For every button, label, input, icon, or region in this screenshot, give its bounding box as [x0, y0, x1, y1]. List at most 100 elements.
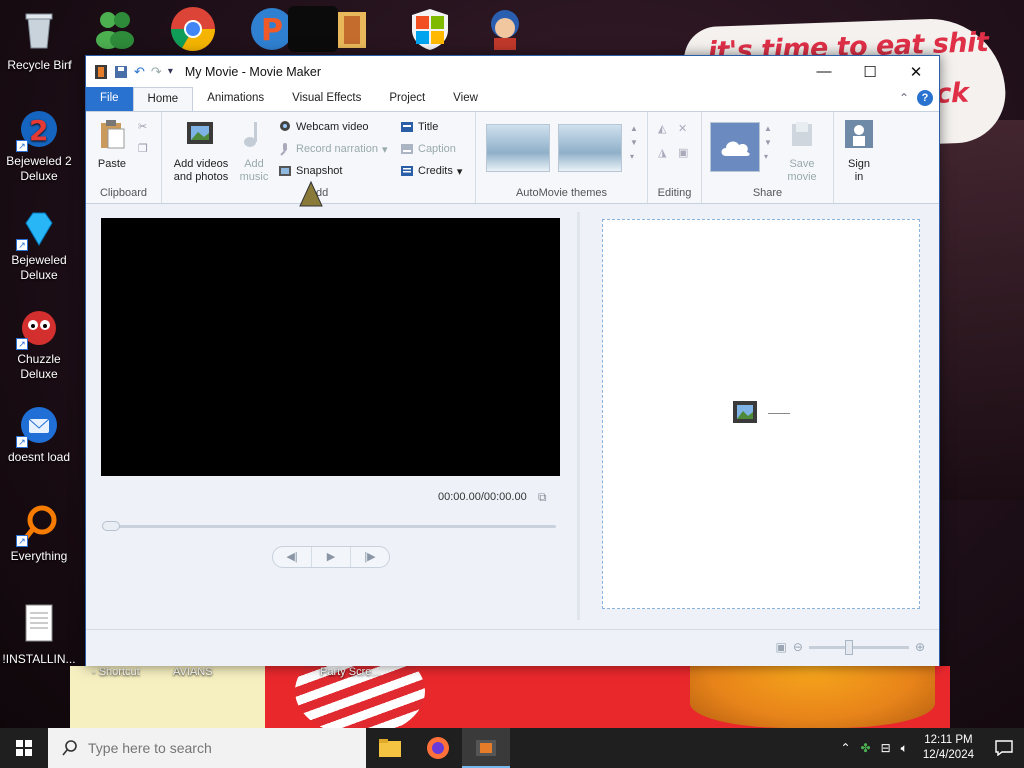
title-bar[interactable]: ↶ ↷ ▾ My Movie - Movie Maker — ☐ ✕ [86, 56, 939, 87]
save-icon[interactable] [114, 65, 128, 79]
snapshot-button[interactable]: Snapshot [278, 164, 342, 178]
desktop-icon-doesnt-load[interactable]: ↗ doesnt load [2, 404, 76, 465]
film-app-icon [95, 64, 107, 79]
webcam-video-button[interactable]: Webcam video [278, 120, 369, 134]
rotate-right-icon[interactable]: ◮ [658, 146, 666, 159]
taskbar-file-explorer[interactable] [366, 728, 414, 768]
next-frame-button[interactable]: |▶ [351, 547, 389, 567]
desktop-icon-bejeweled[interactable]: ↗ Bejeweled Deluxe [2, 207, 76, 283]
zoom-slider[interactable] [808, 639, 909, 655]
desktop-partial-label: f [68, 58, 72, 72]
desktop-icon-installing[interactable]: !INSTALLIN... [2, 602, 76, 667]
title-button[interactable]: Title [400, 120, 438, 134]
storyboard[interactable] [602, 219, 920, 609]
tab-animations[interactable]: Animations [193, 87, 278, 111]
desktop-label-shortcut[interactable]: - Shortcut [92, 666, 140, 678]
maximize-button[interactable]: ☐ [847, 56, 893, 87]
desktop-label-avians[interactable]: AVIANS [173, 666, 213, 678]
copy-icon[interactable]: ❐ [138, 142, 148, 155]
record-narration-button[interactable]: Record narration ▾ [278, 142, 387, 156]
tab-project[interactable]: Project [375, 87, 439, 111]
sign-in-button[interactable]: Sign in [840, 118, 878, 184]
thumbnail-size-icon[interactable]: ▣ [776, 640, 787, 654]
automovie-theme-1[interactable] [486, 124, 550, 172]
desktop-icon-everything[interactable]: ↗ Everything [2, 503, 76, 564]
zoom-slider-thumb[interactable] [844, 639, 853, 655]
volume-icon[interactable]: 🔈︎ [896, 741, 913, 756]
tray-app-icon[interactable]: ✤ [856, 741, 876, 755]
search-input[interactable] [88, 740, 348, 756]
dropdown-arrow-icon: ▾ [381, 143, 388, 156]
zoom-in-icon[interactable]: ⊕ [915, 640, 925, 654]
select-all-icon[interactable]: ▣ [678, 146, 688, 159]
zoom-out-icon[interactable]: ⊖ [793, 640, 803, 654]
redo-icon[interactable]: ↷ [151, 64, 162, 80]
desktop-icon-label: doesnt load [7, 450, 71, 464]
video-preview[interactable] [101, 218, 560, 476]
taskbar-movie-maker[interactable] [462, 728, 510, 768]
paste-button[interactable]: Paste [94, 118, 130, 171]
remove-icon[interactable]: ✕ [678, 122, 687, 135]
cursor-icon [299, 180, 323, 207]
theme-scroll-icon[interactable]: ▲ ▼ ▾ [630, 122, 638, 164]
tab-visual-effects[interactable]: Visual Effects [278, 87, 375, 111]
wallpaper-shape [940, 120, 1024, 500]
automovie-theme-2[interactable] [558, 124, 622, 172]
notification-icon [995, 740, 1013, 756]
customize-toolbar-icon[interactable]: ▾ [168, 66, 173, 77]
cloud-icon [721, 141, 750, 156]
tab-home[interactable]: Home [132, 87, 194, 111]
windows-shield-icon[interactable] [407, 6, 453, 52]
people-icon[interactable] [92, 6, 138, 52]
windows-logo-icon [16, 740, 32, 756]
save-movie-button[interactable]: Save movie [780, 118, 824, 184]
network-icon[interactable]: ⊟ [876, 741, 896, 755]
add-music-button[interactable]: Add music [234, 118, 274, 184]
movie-maker-window[interactable]: ↶ ↷ ▾ My Movie - Movie Maker — ☐ ✕ File … [85, 55, 940, 666]
movie-maker-icon [476, 740, 496, 756]
dropdown-arrow-icon: ▾ [456, 165, 463, 178]
playback-controls: ◀| ▶ |▶ [272, 546, 390, 568]
taskbar: ⌃ ✤ ⊟ 🔈︎ 12:11 PM 12/4/2024 [0, 728, 1024, 768]
previous-frame-button[interactable]: ◀| [273, 547, 312, 567]
cut-icon[interactable]: ✂ [138, 120, 147, 133]
start-button[interactable] [0, 728, 48, 768]
taskbar-firefox[interactable] [414, 728, 462, 768]
workspace: 00:00.00/00:00.00 ⧉ ◀| ▶ |▶ [86, 204, 939, 629]
pane-splitter[interactable] [577, 212, 580, 620]
credits-button[interactable]: Credits ▾ [400, 164, 462, 178]
microphone-icon [280, 143, 287, 156]
minimize-button[interactable]: — [801, 56, 847, 87]
taskbar-search[interactable] [48, 728, 366, 768]
notifications-button[interactable] [984, 728, 1024, 768]
tab-view[interactable]: View [439, 87, 492, 111]
folder-app-icon[interactable] [330, 6, 376, 52]
add-videos-photos-button[interactable]: Add videos and photos [168, 118, 234, 184]
clock[interactable]: 12:11 PM 12/4/2024 [913, 733, 984, 763]
desktop-icon-label: Bejeweled 2 Deluxe [6, 154, 72, 183]
desktop-label-party[interactable]: Party Scre... [320, 666, 381, 678]
character-icon[interactable] [482, 6, 528, 52]
rotate-left-icon[interactable]: ◭ [658, 122, 666, 135]
share-scroll-icon[interactable]: ▲ ▼ ▾ [764, 122, 772, 164]
play-button[interactable]: ▶ [312, 547, 351, 567]
undo-icon[interactable]: ↶ [134, 64, 145, 80]
tab-file[interactable]: File [86, 87, 133, 111]
close-button[interactable]: ✕ [893, 56, 939, 87]
fullscreen-icon[interactable]: ⧉ [538, 490, 547, 505]
onedrive-button[interactable] [710, 122, 760, 172]
help-button[interactable]: ? [917, 90, 933, 106]
shortcut-arrow-icon: ↗ [16, 436, 28, 448]
group-label: Share [752, 187, 783, 199]
seek-bar[interactable] [102, 521, 556, 531]
firefox-icon [427, 737, 449, 759]
show-hidden-icons[interactable]: ⌃ [835, 741, 855, 755]
chrome-icon[interactable] [170, 6, 216, 52]
group-editing: ◭ ✕ ◮ ▣ Editing [648, 112, 702, 203]
seek-thumb[interactable] [102, 521, 120, 531]
collapse-ribbon-icon[interactable]: ⌃ [899, 91, 909, 105]
desktop-icon-bejeweled-2[interactable]: 2 ↗ Bejeweled 2 Deluxe [2, 108, 76, 184]
caption-button[interactable]: Caption [400, 142, 456, 156]
webcam-icon [280, 121, 290, 131]
desktop-icon-chuzzle[interactable]: ↗ Chuzzle Deluxe [2, 306, 76, 382]
